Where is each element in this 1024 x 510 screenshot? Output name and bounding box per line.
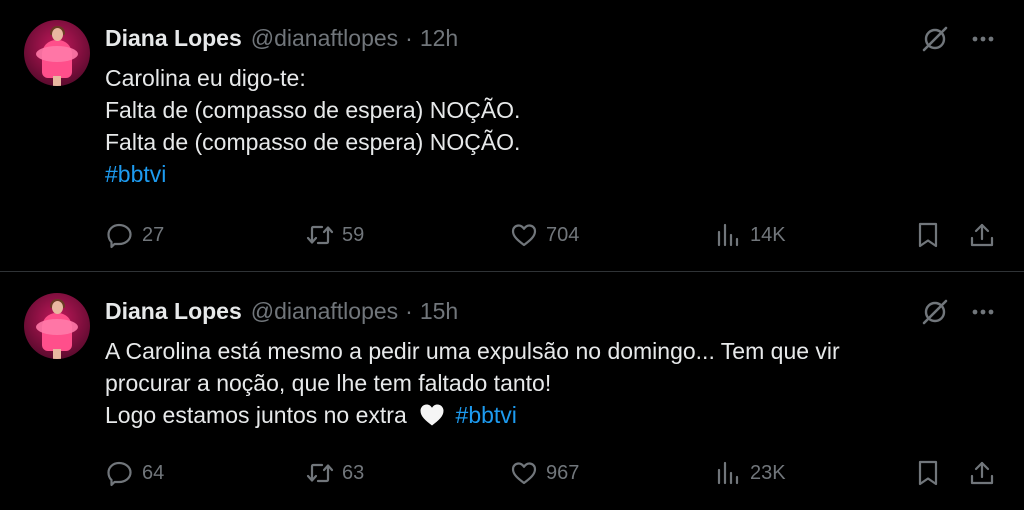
reply-button[interactable]: 27 bbox=[106, 219, 164, 251]
tweet-header: Diana Lopes @dianaftlopes · 12h bbox=[105, 24, 458, 52]
tweet-text-line: Falta de (compasso de espera) NOÇÃO. bbox=[105, 129, 521, 155]
share-button[interactable] bbox=[968, 457, 996, 489]
share-icon bbox=[970, 223, 994, 247]
separator-dot: · bbox=[405, 24, 413, 51]
bookmark-button[interactable] bbox=[914, 457, 942, 489]
tweet-text-line: Logo estamos juntos no extra bbox=[105, 402, 407, 428]
tweet-header: Diana Lopes @dianaftlopes · 15h bbox=[105, 297, 458, 325]
reply-icon bbox=[107, 461, 132, 487]
bookmark-icon bbox=[918, 222, 938, 248]
views-icon bbox=[717, 223, 739, 247]
white-heart-emoji bbox=[420, 404, 444, 426]
avatar[interactable] bbox=[24, 293, 90, 359]
separator-dot: · bbox=[405, 297, 413, 324]
timestamp[interactable]: 15h bbox=[420, 298, 458, 325]
divider bbox=[0, 271, 1024, 272]
grok-icon[interactable] bbox=[920, 24, 950, 54]
avatar[interactable] bbox=[24, 20, 90, 86]
views-count: 23K bbox=[750, 461, 786, 484]
reply-icon bbox=[107, 223, 132, 249]
author-name[interactable]: Diana Lopes bbox=[105, 298, 242, 325]
reply-count: 64 bbox=[142, 461, 165, 484]
bookmark-icon bbox=[918, 460, 938, 486]
views-icon bbox=[717, 461, 739, 485]
like-count: 967 bbox=[546, 461, 580, 484]
tweet-text: A Carolina está mesmo a pedir uma expuls… bbox=[105, 335, 985, 431]
action-bar: 64 63 967 23K bbox=[0, 457, 1024, 489]
retweet-count: 59 bbox=[342, 223, 365, 246]
action-bar: 27 59 704 14K bbox=[0, 219, 1024, 251]
author-handle[interactable]: @dianaftlopes bbox=[251, 298, 398, 325]
tweet-text-line: Falta de (compasso de espera) NOÇÃO. bbox=[105, 97, 521, 123]
retweet-count: 63 bbox=[342, 461, 365, 484]
share-icon bbox=[970, 461, 994, 485]
views-button[interactable]: 23K bbox=[714, 457, 786, 489]
tweet-text-line: Carolina eu digo-te: bbox=[105, 65, 306, 91]
tweet[interactable]: Diana Lopes @dianaftlopes · 12h Carolina… bbox=[0, 0, 1024, 272]
like-button[interactable]: 704 bbox=[510, 219, 579, 251]
reply-button[interactable]: 64 bbox=[106, 457, 164, 489]
more-options-icon[interactable] bbox=[968, 297, 998, 327]
views-button[interactable]: 14K bbox=[714, 219, 786, 251]
hashtag-link[interactable]: #bbtvi bbox=[105, 161, 166, 187]
bookmark-button[interactable] bbox=[914, 219, 942, 251]
heart-icon bbox=[511, 224, 537, 247]
author-handle[interactable]: @dianaftlopes bbox=[251, 25, 398, 52]
retweet-icon bbox=[306, 463, 334, 483]
tweet-text-line: A Carolina está mesmo a pedir uma expuls… bbox=[105, 338, 840, 364]
like-count: 704 bbox=[546, 223, 580, 246]
share-button[interactable] bbox=[968, 219, 996, 251]
grok-icon[interactable] bbox=[920, 297, 950, 327]
reply-count: 27 bbox=[142, 223, 165, 246]
hashtag-link[interactable]: #bbtvi bbox=[456, 402, 517, 428]
author-name[interactable]: Diana Lopes bbox=[105, 25, 242, 52]
retweet-button[interactable]: 63 bbox=[306, 457, 364, 489]
timestamp[interactable]: 12h bbox=[420, 25, 458, 52]
tweet-text-line: procurar a noção, que lhe tem faltado ta… bbox=[105, 370, 552, 396]
tweet[interactable]: Diana Lopes @dianaftlopes · 15h A Caroli… bbox=[0, 273, 1024, 510]
more-options-icon[interactable] bbox=[968, 24, 998, 54]
tweet-text: Carolina eu digo-te: Falta de (compasso … bbox=[105, 62, 985, 190]
heart-icon bbox=[511, 462, 537, 485]
like-button[interactable]: 967 bbox=[510, 457, 579, 489]
retweet-icon bbox=[306, 225, 334, 245]
views-count: 14K bbox=[750, 223, 786, 246]
retweet-button[interactable]: 59 bbox=[306, 219, 364, 251]
